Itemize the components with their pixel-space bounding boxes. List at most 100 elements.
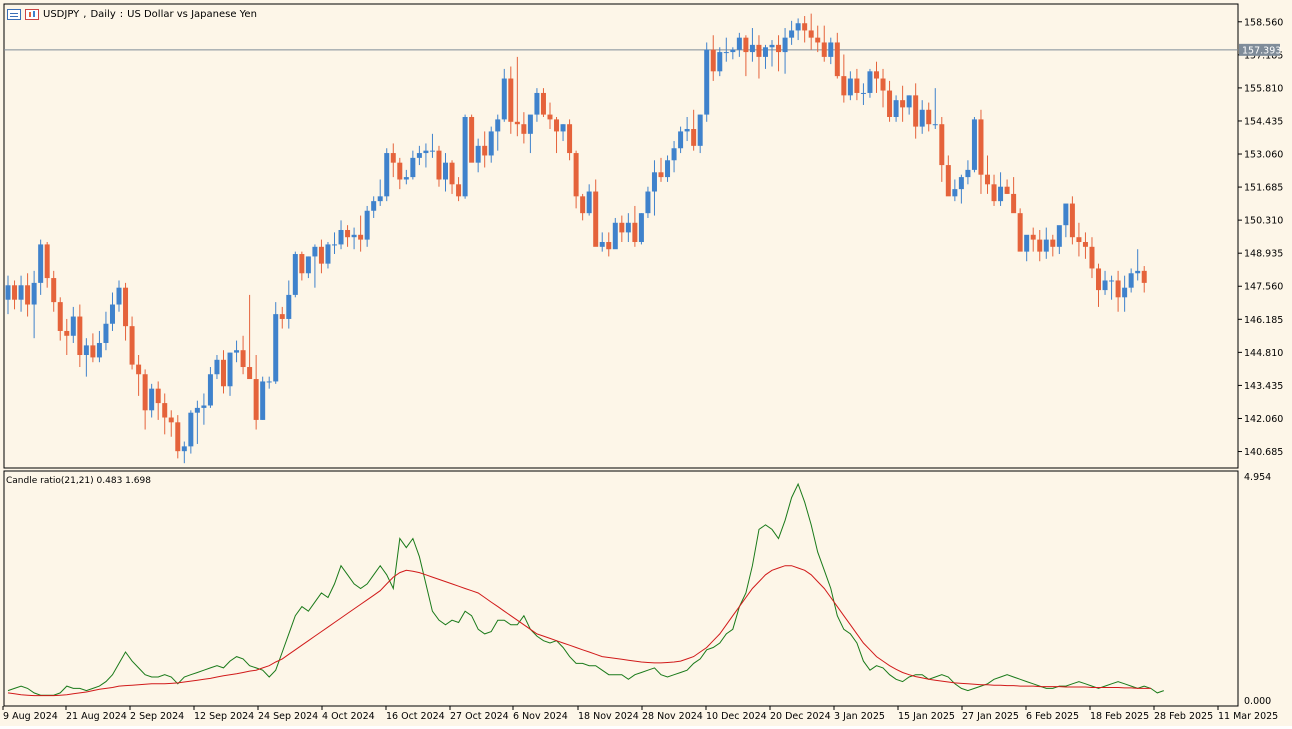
time-tick-label: 2 Sep 2024 — [130, 711, 184, 722]
candle-body — [645, 191, 651, 214]
candle-body — [123, 287, 129, 327]
time-tick-label: 12 Sep 2024 — [194, 711, 254, 722]
candle-body — [952, 189, 958, 197]
candle-body — [697, 114, 703, 146]
candle-body — [109, 304, 115, 324]
candle-body — [606, 242, 612, 250]
candle-body — [44, 244, 50, 279]
candle-body — [554, 119, 560, 132]
price-tick-label: 142.060 — [1244, 414, 1283, 425]
time-tick-label: 21 Aug 2024 — [66, 711, 127, 722]
candle-body — [521, 124, 527, 134]
candle-body — [305, 256, 311, 274]
candle-body — [1109, 280, 1115, 282]
chart-header: USDJPY, Daily: US Dollar vs Japanese Yen — [7, 6, 257, 22]
candle-body — [1030, 234, 1036, 240]
candle-body — [880, 78, 886, 91]
candle-body — [214, 359, 220, 375]
candle-body — [18, 285, 24, 300]
candle-body — [318, 246, 324, 264]
candle-body — [351, 234, 357, 238]
candle-mode-icon[interactable] — [25, 8, 39, 20]
price-tick-label: 158.560 — [1244, 17, 1283, 28]
indicator-name: Candle ratio(21,21) — [6, 476, 94, 486]
timeframe-label: Daily — [90, 8, 116, 20]
candle-body — [253, 379, 259, 420]
candle-body — [51, 278, 57, 303]
candle-body — [638, 213, 644, 243]
candle-body — [1076, 237, 1082, 243]
candle-body — [632, 222, 638, 243]
chart-canvas[interactable]: 158.560157.185155.810154.435153.060151.6… — [0, 0, 1292, 726]
candle-body — [220, 359, 226, 387]
time-tick-label: 10 Dec 2024 — [706, 711, 767, 722]
candle-body — [971, 119, 977, 170]
time-tick-label: 15 Jan 2025 — [898, 711, 955, 722]
candle-body — [1141, 270, 1147, 283]
candle-body — [175, 422, 181, 452]
candle-body — [802, 23, 808, 31]
candle-body — [723, 52, 729, 54]
time-tick-label: 18 Nov 2024 — [578, 711, 639, 722]
candle-body — [234, 350, 240, 353]
time-tick-label: 16 Oct 2024 — [386, 711, 445, 722]
candle-body — [475, 145, 481, 163]
time-tick-label: 9 Aug 2024 — [3, 711, 58, 722]
candle-body — [1082, 242, 1088, 247]
candle-body — [207, 374, 213, 406]
candle-body — [390, 153, 396, 163]
candle-body — [31, 282, 37, 305]
candle-body — [913, 95, 919, 127]
candle-body — [1050, 239, 1056, 247]
candle-body — [136, 364, 142, 375]
candle-body — [900, 100, 906, 108]
candle-body — [403, 177, 409, 180]
indicator-axis-top: 4.954 — [1244, 472, 1271, 483]
price-tick-label: 144.810 — [1244, 348, 1283, 359]
candle-body — [978, 119, 984, 175]
candle-body — [469, 116, 475, 163]
candle-body — [1017, 213, 1023, 252]
candle-body — [834, 42, 840, 77]
candle-body — [965, 169, 971, 178]
candle-body — [573, 153, 579, 197]
current-price-label: 157.393 — [1242, 45, 1281, 56]
candle-body — [612, 222, 618, 250]
symbol-description: US Dollar vs Japanese Yen — [127, 8, 257, 20]
candles-layer[interactable] — [5, 13, 1147, 464]
candle-body — [1063, 203, 1069, 226]
candle-body — [162, 403, 168, 418]
candle-body — [1135, 270, 1141, 274]
candle-body — [1128, 273, 1134, 288]
candle-body — [821, 42, 827, 57]
candle-body — [358, 234, 364, 240]
candle-body — [671, 148, 677, 161]
candle-body — [181, 446, 187, 452]
time-axis[interactable]: 9 Aug 2024 21 Aug 2024 2 Sep 2024 12 Sep 20… — [2, 706, 1278, 722]
candle-body — [83, 345, 89, 356]
candle-body — [665, 160, 671, 178]
candle-body — [1122, 287, 1128, 298]
indicator-label: Candle ratio(21,21) 0.483 1.698 — [6, 476, 151, 486]
candle-body — [867, 71, 873, 93]
candle-body — [710, 49, 716, 72]
candle-body — [586, 191, 592, 214]
candle-body — [90, 345, 96, 358]
candle-body — [462, 116, 468, 197]
chart-type-icon[interactable] — [7, 8, 21, 20]
price-axis[interactable]: 158.560157.185155.810154.435153.060151.6… — [1238, 17, 1283, 458]
candle-body — [998, 186, 1004, 202]
candle-body — [534, 92, 540, 115]
time-tick-label: 20 Dec 2024 — [770, 711, 831, 722]
candle-body — [240, 350, 246, 368]
candle-body — [168, 417, 174, 423]
time-tick-label: 28 Feb 2025 — [1154, 711, 1213, 722]
candle-body — [1024, 234, 1030, 252]
candle-body — [482, 145, 488, 156]
time-tick-label: 4 Oct 2024 — [322, 711, 375, 722]
candle-body — [260, 381, 266, 420]
candle-body — [456, 184, 462, 197]
candle-body — [893, 100, 899, 117]
candle-body — [945, 165, 951, 197]
candle-body — [939, 124, 945, 166]
